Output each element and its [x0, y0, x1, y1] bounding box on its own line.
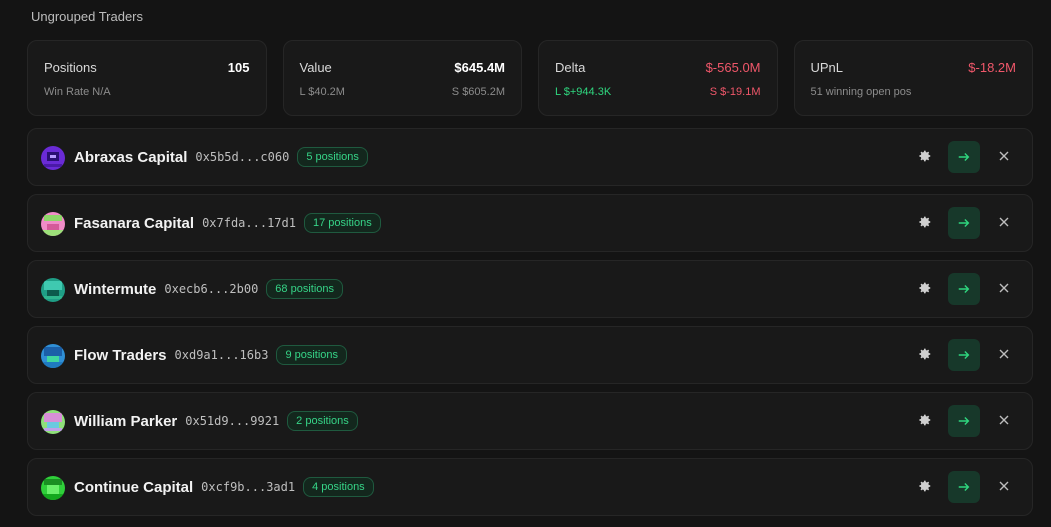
group-title: Ungrouped Traders — [31, 9, 144, 24]
stat-sub-short: S $-19.1M — [709, 86, 761, 98]
trader-list: Abraxas Capital 0x5b5d...c060 5 position… — [27, 128, 1033, 524]
arrow-right-icon — [958, 351, 970, 359]
pixel-avatar-icon — [41, 278, 65, 302]
positions-badge: 5 positions — [297, 147, 368, 167]
stat-card-positions: Positions 105 Win Rate N/A — [27, 40, 267, 116]
trader-address[interactable]: 0x7fda...17d1 — [202, 216, 296, 230]
stats-bar: Positions 105 Win Rate N/A Value $645.4M… — [27, 40, 1033, 116]
close-icon[interactable] — [998, 150, 1010, 162]
positions-badge: 68 positions — [266, 279, 344, 299]
trader-address[interactable]: 0xd9a1...16b3 — [175, 348, 269, 362]
close-icon[interactable] — [998, 348, 1010, 360]
trader-row[interactable]: Fasanara Capital 0x7fda...17d1 17 positi… — [27, 194, 1033, 252]
arrow-right-icon — [958, 153, 970, 161]
close-icon[interactable] — [998, 282, 1010, 294]
positions-badge: 17 positions — [303, 213, 381, 233]
open-trader-button[interactable] — [948, 471, 980, 503]
open-trader-button[interactable] — [948, 207, 980, 239]
stat-sub: 51 winning open pos — [810, 86, 912, 98]
stat-label: UPnL — [810, 60, 844, 75]
gear-icon[interactable] — [918, 281, 932, 295]
trader-name[interactable]: Fasanara Capital — [74, 215, 194, 232]
trader-address[interactable]: 0x5b5d...c060 — [195, 150, 289, 164]
pixel-avatar-icon — [41, 212, 65, 236]
stat-card-value: Value $645.4M L $40.2M S $605.2M — [282, 40, 522, 116]
trader-address[interactable]: 0xcf9b...3ad1 — [201, 480, 295, 494]
stat-value: $-565.0M — [705, 60, 761, 75]
stat-sub-long: L $+944.3K — [555, 86, 612, 98]
pixel-avatar-icon — [41, 476, 65, 500]
trader-address[interactable]: 0xecb6...2b00 — [164, 282, 258, 296]
gear-icon[interactable] — [918, 479, 932, 493]
close-icon[interactable] — [998, 216, 1010, 228]
trader-name[interactable]: Continue Capital — [74, 479, 193, 496]
open-trader-button[interactable] — [948, 339, 980, 371]
pixel-avatar-icon — [41, 344, 65, 368]
stat-value: $-18.2M — [968, 60, 1016, 75]
stat-sub-short: S $605.2M — [451, 86, 505, 98]
gear-icon[interactable] — [918, 149, 932, 163]
gear-icon[interactable] — [918, 413, 932, 427]
positions-badge: 2 positions — [287, 411, 358, 431]
stat-sub-long: L $40.2M — [299, 86, 345, 98]
pixel-avatar-icon — [41, 410, 65, 434]
open-trader-button[interactable] — [948, 405, 980, 437]
stat-label: Value — [299, 60, 332, 75]
trader-address[interactable]: 0x51d9...9921 — [185, 414, 279, 428]
gear-icon[interactable] — [918, 347, 932, 361]
trader-name[interactable]: Flow Traders — [74, 347, 167, 364]
stat-value: 105 — [227, 60, 250, 75]
trader-row[interactable]: Abraxas Capital 0x5b5d...c060 5 position… — [27, 128, 1033, 186]
close-icon[interactable] — [998, 480, 1010, 492]
open-trader-button[interactable] — [948, 141, 980, 173]
open-trader-button[interactable] — [948, 273, 980, 305]
stat-card-delta: Delta $-565.0M L $+944.3K S $-19.1M — [538, 40, 778, 116]
arrow-right-icon — [958, 483, 970, 491]
gear-icon[interactable] — [918, 215, 932, 229]
trader-name[interactable]: Wintermute — [74, 281, 156, 298]
stat-label: Delta — [555, 60, 586, 75]
trader-name[interactable]: Abraxas Capital — [74, 149, 187, 166]
close-icon[interactable] — [998, 414, 1010, 426]
stat-card-upnl: UPnL $-18.2M 51 winning open pos — [793, 40, 1033, 116]
arrow-right-icon — [958, 285, 970, 293]
stat-value: $645.4M — [454, 60, 505, 75]
positions-badge: 9 positions — [276, 345, 348, 365]
stat-label: Positions — [44, 60, 97, 75]
trader-row[interactable]: Wintermute 0xecb6...2b00 68 positions — [27, 260, 1033, 318]
trader-row[interactable]: William Parker 0x51d9...9921 2 positions — [27, 392, 1033, 450]
trader-row[interactable]: Continue Capital 0xcf9b...3ad1 4 positio… — [27, 458, 1033, 516]
trader-row[interactable]: Flow Traders 0xd9a1...16b3 9 positions — [27, 326, 1033, 384]
arrow-right-icon — [958, 219, 970, 227]
positions-badge: 4 positions — [303, 477, 374, 497]
pixel-avatar-icon — [41, 146, 65, 170]
trader-name[interactable]: William Parker — [74, 413, 177, 430]
arrow-right-icon — [958, 417, 970, 425]
stat-sub: Win Rate N/A — [44, 86, 111, 98]
